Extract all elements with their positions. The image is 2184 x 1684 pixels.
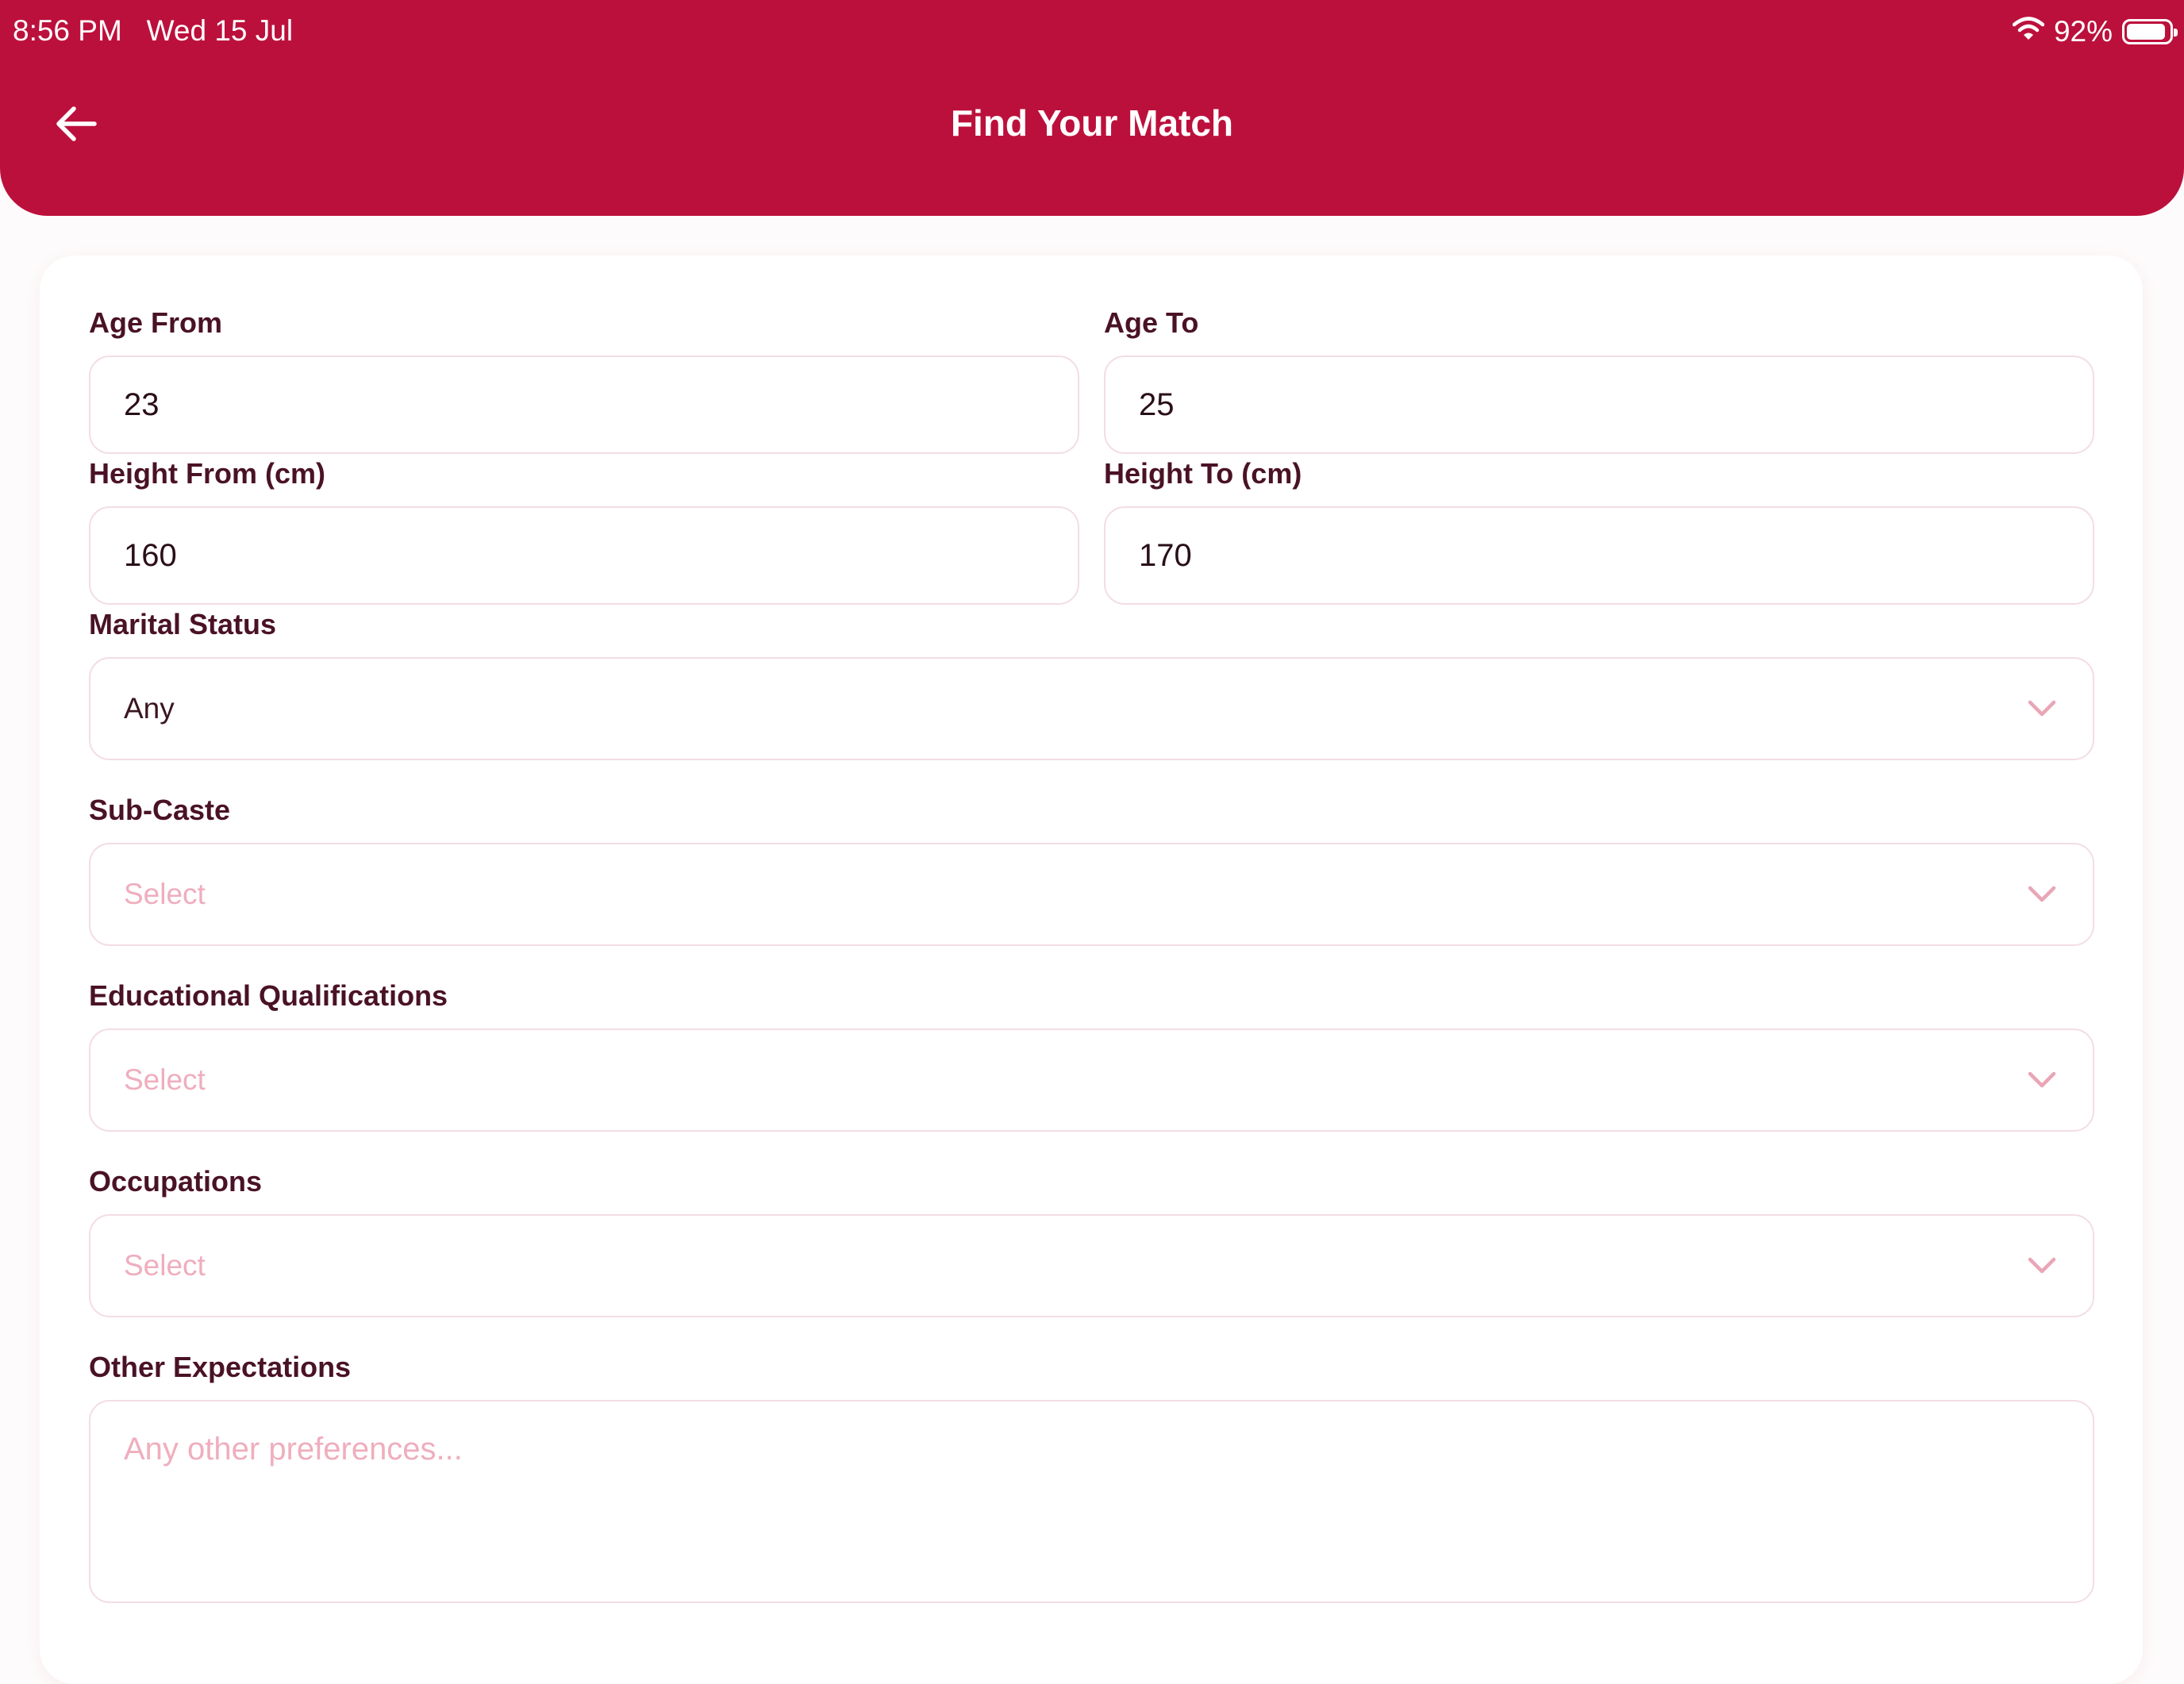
occupations-label: Occupations — [89, 1165, 263, 1198]
chevron-down-icon — [2026, 1067, 2058, 1093]
marital-status-label: Marital Status — [89, 608, 277, 640]
height-from-input[interactable]: 160 — [89, 506, 1079, 605]
status-time: 8:56 PM — [13, 14, 122, 47]
age-to-label: Age To — [1104, 306, 1199, 339]
other-expectations-label: Other Expectations — [89, 1351, 352, 1383]
other-expectations-placeholder: Any other preferences... — [124, 1432, 463, 1467]
page-title: Find Your Match — [950, 102, 1234, 144]
sub-caste-placeholder: Select — [124, 878, 206, 910]
status-bar-right: 92% — [2012, 13, 2178, 51]
battery-level — [2127, 24, 2165, 40]
status-date: Wed 15 Jul — [146, 14, 294, 47]
age-to-value: 25 — [1139, 386, 1175, 422]
wifi-icon — [2012, 15, 2045, 48]
chevron-down-icon — [2026, 1253, 2058, 1278]
sub-caste-select[interactable]: Select — [89, 843, 2094, 946]
app-header: 8:56 PM Wed 15 Jul 92% Find Your Match — [0, 0, 2184, 216]
height-to-label: Height To (cm) — [1104, 457, 1302, 490]
battery-percentage: 92% — [2053, 15, 2113, 48]
height-from-label: Height From (cm) — [89, 457, 326, 490]
education-select[interactable]: Select — [89, 1028, 2094, 1132]
status-bar-time: 8:56 PM Wed 15 Jul — [13, 14, 293, 48]
education-label: Educational Qualifications — [89, 979, 448, 1012]
age-from-input[interactable]: 23 — [89, 356, 1079, 454]
age-from-value: 23 — [124, 386, 160, 422]
education-placeholder: Select — [124, 1063, 206, 1096]
height-to-value: 170 — [1139, 537, 1192, 573]
battery-icon — [2122, 19, 2178, 44]
other-expectations-textarea[interactable]: Any other preferences... — [89, 1400, 2094, 1603]
age-to-input[interactable]: 25 — [1104, 356, 2094, 454]
sub-caste-label: Sub-Caste — [89, 794, 231, 826]
chevron-down-icon — [2026, 696, 2058, 721]
chevron-down-icon — [2026, 882, 2058, 907]
height-to-input[interactable]: 170 — [1104, 506, 2094, 605]
occupations-select[interactable]: Select — [89, 1214, 2094, 1317]
height-from-value: 160 — [124, 537, 177, 573]
age-from-label: Age From — [89, 306, 223, 339]
marital-status-value: Any — [124, 692, 175, 725]
occupations-placeholder: Select — [124, 1249, 206, 1282]
marital-status-select[interactable]: Any — [89, 657, 2094, 760]
